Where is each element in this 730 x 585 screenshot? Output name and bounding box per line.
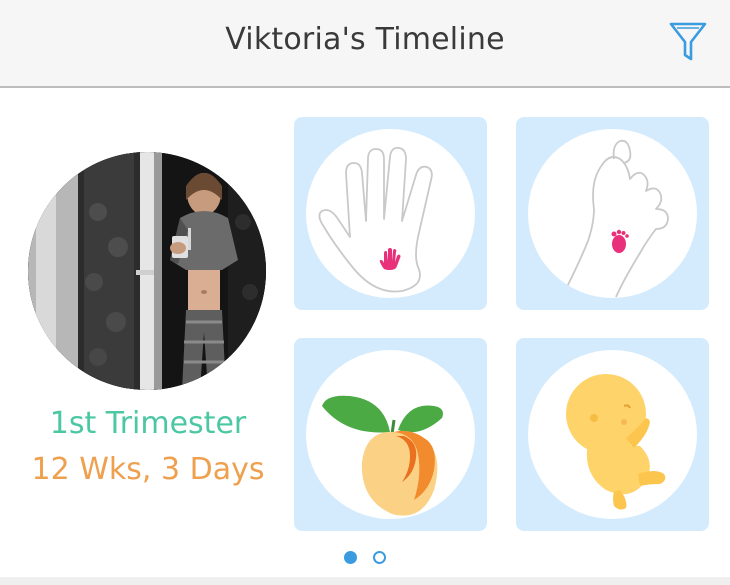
tile-disc: [306, 129, 475, 298]
tile-fruit-size[interactable]: [294, 338, 487, 531]
tile-hand-size[interactable]: [294, 117, 487, 310]
timeline-page: 1st Trimester 12 Wks, 3 Days: [0, 90, 730, 585]
tile-foot-size[interactable]: [516, 117, 709, 310]
bottom-divider: [0, 577, 730, 585]
funnel-icon: [669, 22, 707, 61]
tile-baby-development[interactable]: [516, 338, 709, 531]
hand-outline-icon: [318, 147, 433, 293]
tile-disc: [306, 350, 475, 519]
trimester-label: 1st Trimester: [49, 406, 247, 441]
gestational-age-label: 12 Wks, 3 Days: [31, 452, 265, 487]
apricot-icon: [322, 395, 443, 516]
tile-disc: [528, 350, 697, 519]
page-title: Viktoria's Timeline: [225, 22, 505, 57]
fetus-icon: [566, 374, 666, 510]
tile-disc: [528, 129, 697, 298]
baby-hand-icon: [379, 248, 401, 270]
page-dot-2[interactable]: [373, 551, 386, 564]
foot-outline-icon: [561, 139, 669, 298]
profile-photo[interactable]: [28, 152, 266, 390]
filter-button[interactable]: [668, 20, 708, 64]
header-bar: Viktoria's Timeline: [0, 0, 730, 88]
page-dot-1[interactable]: [344, 551, 357, 564]
page-indicator: [0, 549, 730, 568]
profile-photo-image: [28, 152, 266, 390]
baby-foot-icon: [611, 229, 629, 253]
